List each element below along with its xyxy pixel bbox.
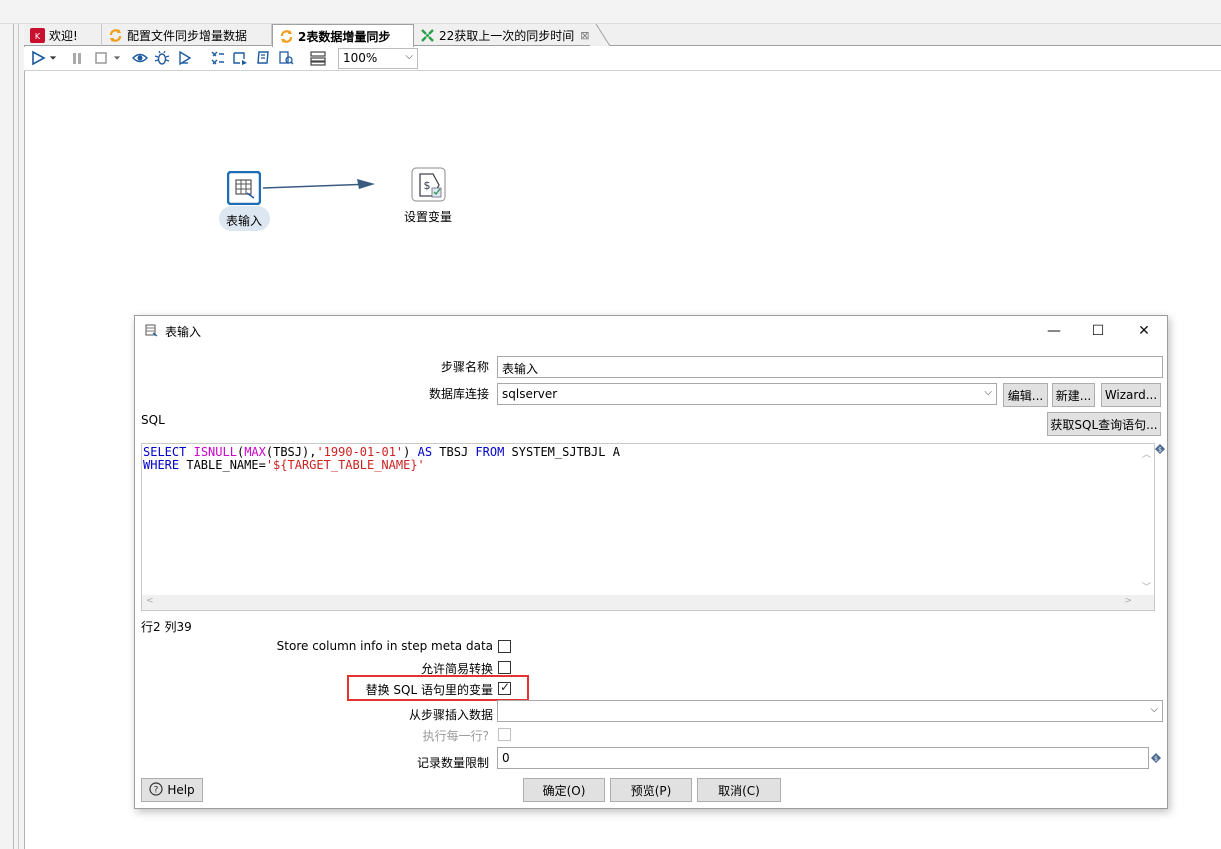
node-label-set-variable: 设置变量 xyxy=(404,210,453,224)
svg-text:?: ? xyxy=(154,785,159,795)
chevron-down-icon: ⌵ xyxy=(984,387,992,398)
table-input-icon xyxy=(145,324,158,337)
help-label: Help xyxy=(167,783,195,797)
node-label-table-input: 表输入 xyxy=(226,214,263,228)
wizard-button[interactable]: Wizard... xyxy=(1101,383,1161,407)
step-name-label: 步骤名称 xyxy=(440,360,489,374)
db-connection-label: 数据库连接 xyxy=(428,387,489,401)
limit-input[interactable]: 0 xyxy=(497,747,1149,769)
scroll-right-icon[interactable]: > xyxy=(1124,596,1132,606)
insert-from-step-select[interactable]: ⌵ xyxy=(497,700,1163,722)
hop-arrow[interactable] xyxy=(262,179,375,189)
store-column-info-label: Store column info in step meta data xyxy=(276,639,493,653)
cancel-button[interactable]: 取消(C) xyxy=(697,778,781,802)
set-variable-icon: $ xyxy=(411,167,446,205)
variable-hint-icon[interactable]: $ xyxy=(1151,753,1161,763)
node-set-variable[interactable]: $ xyxy=(411,167,446,202)
close-icon: ✕ xyxy=(1138,323,1150,339)
edit-connection-button[interactable]: 编辑... xyxy=(1003,383,1048,407)
cursor-position: 行2 列39 xyxy=(141,620,192,634)
checkmark-icon: ✓ xyxy=(500,680,511,694)
sql-line-2: WHERE TABLE_NAME='${TARGET_TABLE_NAME}' xyxy=(143,458,425,472)
variable-hint-icon[interactable]: $ xyxy=(1155,444,1165,454)
scroll-left-icon[interactable]: < xyxy=(146,596,154,606)
dialog-titlebar[interactable]: 表输入 — ☐ ✕ xyxy=(135,316,1167,346)
preview-button[interactable]: 预览(P) xyxy=(610,778,692,802)
node-table-input[interactable] xyxy=(226,170,262,208)
minimize-button[interactable]: — xyxy=(1031,316,1077,346)
table-input-dialog: 表输入 — ☐ ✕ 步骤名称 表输入 数据库连接 sqlserver ⌵ 编辑.… xyxy=(134,315,1168,809)
close-button[interactable]: ✕ xyxy=(1121,316,1167,346)
svg-text:$: $ xyxy=(1154,756,1158,763)
replace-variables-checkbox[interactable]: ✓ xyxy=(498,680,511,695)
get-sql-button[interactable]: 获取SQL查询语句... xyxy=(1047,412,1161,436)
sql-label: SQL xyxy=(141,413,165,427)
replace-variables-label: 替换 SQL 语句里的变量 xyxy=(365,683,493,697)
table-input-icon xyxy=(226,170,262,208)
execute-each-row-label: 执行每一行? xyxy=(422,729,489,743)
scroll-down-icon[interactable]: ﹀ xyxy=(1142,580,1151,593)
scroll-up-icon[interactable]: ︿ xyxy=(1142,447,1151,460)
svg-text:$: $ xyxy=(424,179,431,192)
dialog-title: 表输入 xyxy=(165,325,202,339)
sql-horizontal-scrollbar[interactable]: < > xyxy=(142,595,1154,610)
svg-text:$: $ xyxy=(1158,447,1162,454)
db-connection-select[interactable]: sqlserver ⌵ xyxy=(497,383,997,405)
help-icon: ? xyxy=(149,781,163,799)
store-column-info-checkbox[interactable] xyxy=(498,640,511,653)
minimize-icon: — xyxy=(1047,323,1061,339)
limit-label: 记录数量限制 xyxy=(416,756,489,770)
step-name-input[interactable]: 表输入 xyxy=(497,356,1163,378)
sql-text[interactable]: SELECT ISNULL(MAX(TBSJ),'1990-01-01') AS… xyxy=(143,446,620,472)
sql-editor[interactable]: SELECT ISNULL(MAX(TBSJ),'1990-01-01') AS… xyxy=(141,443,1155,611)
maximize-icon: ☐ xyxy=(1091,323,1105,339)
lazy-conversion-checkbox[interactable] xyxy=(498,661,511,674)
insert-from-step-label: 从步骤插入数据 xyxy=(408,708,493,722)
sql-vertical-scrollbar[interactable]: ︿ ﹀ xyxy=(1139,444,1154,596)
help-button[interactable]: ? Help xyxy=(141,778,203,802)
db-connection-value: sqlserver xyxy=(502,387,558,401)
chevron-down-icon: ⌵ xyxy=(1150,704,1158,715)
ok-button[interactable]: 确定(O) xyxy=(523,778,605,802)
execute-each-row-checkbox[interactable] xyxy=(498,728,511,741)
maximize-button[interactable]: ☐ xyxy=(1075,316,1121,346)
new-connection-button[interactable]: 新建... xyxy=(1052,383,1095,407)
